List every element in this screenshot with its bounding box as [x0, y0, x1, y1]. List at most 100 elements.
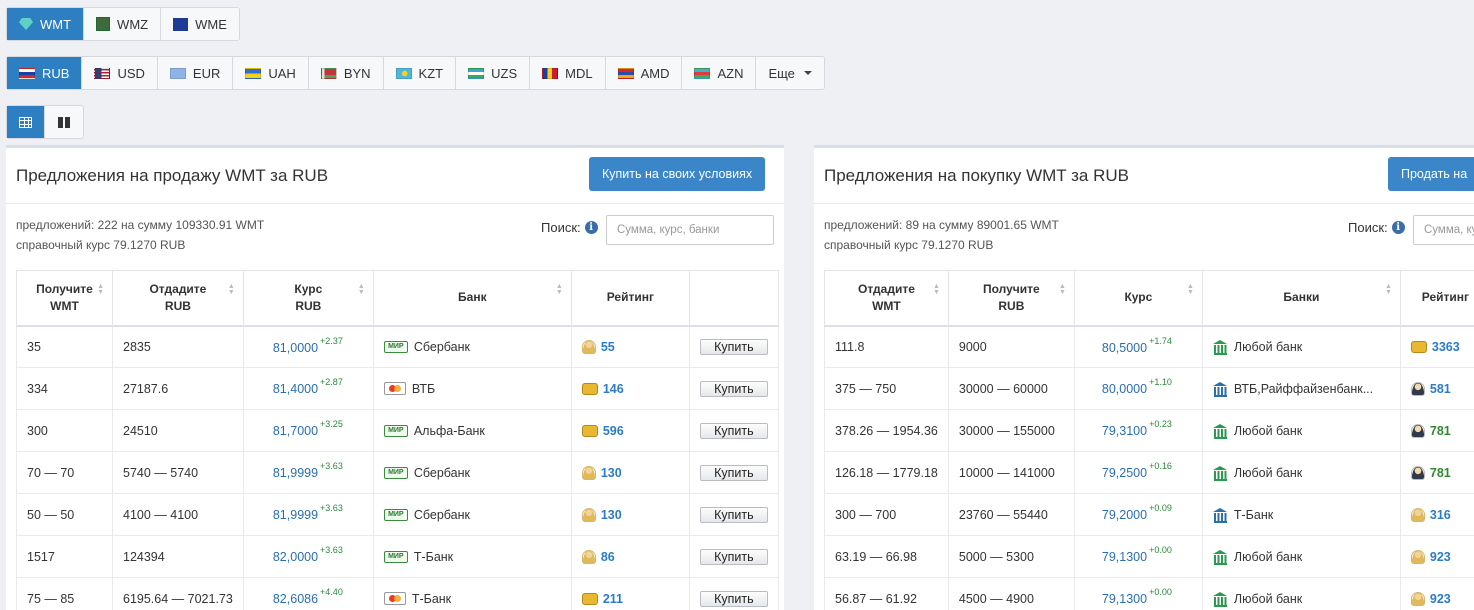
table-row[interactable]: 50 — 50 4100 — 4100 81,9999+3.63 МИР Сбербан… [16, 493, 779, 536]
tab-amd[interactable]: AMD [606, 57, 683, 89]
header-label: Получите [983, 281, 1040, 296]
bank-cell: Любой банк [1201, 451, 1401, 494]
table-row[interactable]: 56.87 — 61.92 4500 — 4900 79,1300+0.00 Любо… [824, 577, 1474, 610]
dark-person-icon [1410, 423, 1425, 438]
rating-cell: 146 [570, 367, 690, 410]
rating-value[interactable]: 130 [601, 466, 622, 480]
tab-wmt[interactable]: WMT [7, 8, 85, 40]
column-header-rate[interactable]: Курс RUB ▲ ▼ [242, 270, 374, 327]
buy-button[interactable]: Купить [699, 590, 768, 607]
column-header-bank[interactable]: Банки ▲ ▼ [1201, 270, 1401, 327]
give-amount: 124394 [112, 535, 244, 578]
tab-label: WME [195, 16, 227, 32]
bank-name: Сбербанк [413, 339, 470, 354]
rating-value[interactable]: 781 [1430, 424, 1451, 438]
rate-delta: +0.00 [1149, 587, 1172, 598]
bank-green-icon [1212, 592, 1228, 607]
column-header-receive[interactable]: Получите RUB ▲ ▼ [947, 270, 1075, 327]
column-header-receive[interactable]: Получите WMT ▲ ▼ [16, 270, 113, 327]
buy-button[interactable]: Купить [699, 506, 768, 523]
chevron-down-icon [803, 71, 812, 75]
tab-rub[interactable]: RUB [7, 57, 83, 89]
tab-wme[interactable]: WME [161, 8, 239, 40]
column-header-bank[interactable]: Банк ▲ ▼ [372, 270, 572, 327]
sell-offers-table: Получите WMT ▲ ▼ Отдадите RUB ▲ ▼ Курс RUB ▲ ▼ Ба… [16, 270, 779, 610]
buy-button[interactable]: Купить [699, 422, 768, 439]
rating-value[interactable]: 130 [601, 508, 622, 522]
search-input[interactable] [1413, 215, 1474, 245]
tab-eur[interactable]: EUR [158, 57, 234, 89]
tab-label: Еще [768, 65, 795, 81]
buy-offers-table: Отдадите WMT ▲ ▼ Получите RUB ▲ ▼ Курс ▲ ▼ Банки… [824, 270, 1474, 610]
flag-kz-icon [395, 67, 412, 79]
tab-label: AMD [640, 65, 670, 81]
sell-on-own-terms-button[interactable]: Продать на [1388, 157, 1474, 191]
table-row[interactable]: 334 27187.6 81,4000+2.87 ВТБ 146 Купить [16, 367, 779, 410]
search-input[interactable] [606, 215, 774, 245]
rate-delta: +0.16 [1149, 461, 1172, 472]
tab-usd[interactable]: USD [82, 57, 158, 89]
column-header-rating[interactable]: Рейтинг [570, 270, 690, 327]
column-header-rate[interactable]: Курс ▲ ▼ [1073, 270, 1203, 327]
buy-button[interactable]: Купить [699, 464, 768, 481]
rating-value[interactable]: 923 [1430, 592, 1451, 606]
rating-value[interactable]: 3363 [1432, 340, 1460, 354]
table-row[interactable]: 35 2835 81,0000+2.37 МИР Сбербанк 55 Купить [16, 325, 779, 368]
rating-value[interactable]: 86 [601, 550, 615, 564]
give-amount: 56.87 — 61.92 [824, 577, 949, 610]
tab-mdl[interactable]: MDL [530, 57, 606, 89]
tab-uzs[interactable]: UZS [456, 57, 531, 89]
grid-view-button[interactable] [45, 106, 83, 138]
rate-delta: +0.00 [1149, 545, 1172, 556]
buy-button[interactable]: Купить [699, 338, 768, 355]
rating-value[interactable]: 211 [603, 592, 623, 606]
tab-kzt[interactable]: KZT [384, 57, 457, 89]
tab-label: EUR [192, 65, 221, 81]
rating-value[interactable]: 146 [603, 382, 624, 396]
buy-button[interactable]: Купить [699, 380, 768, 397]
table-row[interactable]: 375 — 750 30000 — 60000 80,0000+1.10 ВТБ,Ра… [824, 367, 1474, 410]
rating-value[interactable]: 923 [1430, 550, 1451, 564]
table-row[interactable]: 1517 124394 82,0000+3.63 МИР Т-Банк 86 Купить [16, 535, 779, 578]
tab-wmz[interactable]: WMZ [84, 8, 162, 40]
buy-on-own-terms-button[interactable]: Купить на своих условиях [589, 157, 766, 191]
rate-delta: +3.63 [320, 503, 343, 514]
rating-value[interactable]: 581 [1430, 382, 1451, 396]
table-row[interactable]: 300 24510 81,7000+3.25 МИР Альфа-Банк 596 Купи… [16, 409, 779, 452]
rating-value[interactable]: 55 [601, 340, 615, 354]
rate-value: 80,5000 [1101, 340, 1148, 355]
rating-value[interactable]: 316 [1430, 508, 1451, 522]
column-header-give[interactable]: Отдадите WMT ▲ ▼ [824, 270, 949, 327]
person-icon [1410, 549, 1425, 564]
column-header-rating[interactable]: Рейтинг [1399, 270, 1474, 327]
buy-button[interactable]: Купить [699, 548, 768, 565]
table-row[interactable]: 300 — 700 23760 — 55440 79,2000+0.09 Т-Банк… [824, 493, 1474, 536]
mir-card-icon: МИР [383, 508, 408, 521]
rating-value[interactable]: 781 [1430, 466, 1451, 480]
rate-value: 79,2000 [1101, 508, 1148, 523]
tab-label: USD [117, 65, 145, 81]
action-cell: Купить [688, 409, 779, 452]
info-icon[interactable]: i [1391, 221, 1405, 234]
table-row[interactable]: 378.26 — 1954.36 30000 — 155000 79,3100+0.… [824, 409, 1474, 452]
column-header-give[interactable]: Отдадите RUB ▲ ▼ [112, 270, 244, 327]
info-icon[interactable]: i [584, 221, 598, 234]
give-amount: 24510 [112, 409, 244, 452]
rate-cell: 82,0000+3.63 [242, 535, 374, 578]
table-view-button[interactable] [7, 106, 45, 138]
table-row[interactable]: 70 — 70 5740 — 5740 81,9999+3.63 МИР Сбербан… [16, 451, 779, 494]
receive-amount: 334 [16, 367, 113, 410]
rate-value: 82,0000 [272, 550, 319, 565]
table-row[interactable]: 63.19 — 66.98 5000 — 5300 79,1300+0.00 Любо… [824, 535, 1474, 578]
table-row[interactable]: 75 — 85 6195.64 — 7021.73 82,6086+4.40 Т-Ба… [16, 577, 779, 610]
table-row[interactable]: 111.8 9000 80,5000+1.74 Любой банк 3363 [824, 325, 1474, 368]
flag-md-icon [542, 67, 559, 79]
tab-uah[interactable]: UAH [233, 57, 309, 89]
give-amount: 375 — 750 [824, 367, 949, 410]
more-currencies-dropdown[interactable]: Еще [756, 57, 823, 89]
table-row[interactable]: 126.18 — 1779.18 10000 — 141000 79,2500+0.… [824, 451, 1474, 494]
tab-azn[interactable]: AZN [682, 57, 757, 89]
header-label: Банк [458, 290, 487, 305]
tab-byn[interactable]: BYN [309, 57, 384, 89]
rating-value[interactable]: 596 [603, 424, 624, 438]
